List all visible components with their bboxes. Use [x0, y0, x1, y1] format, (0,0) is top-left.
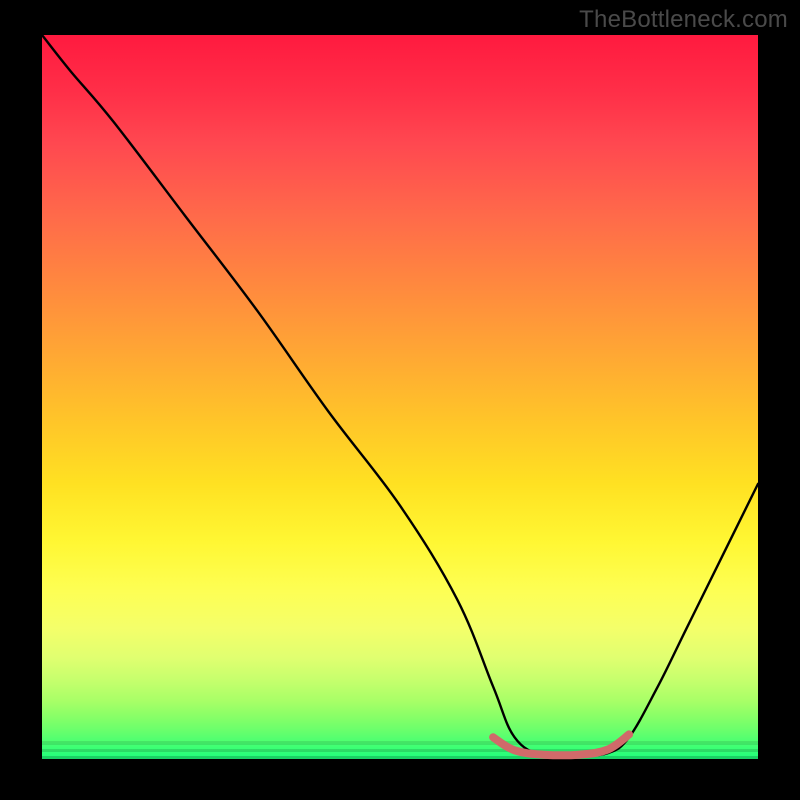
chart-plot-area: [42, 35, 758, 759]
chart-svg: [42, 35, 758, 759]
watermark-text: TheBottleneck.com: [579, 6, 788, 34]
bottleneck-curve-line: [42, 35, 758, 757]
